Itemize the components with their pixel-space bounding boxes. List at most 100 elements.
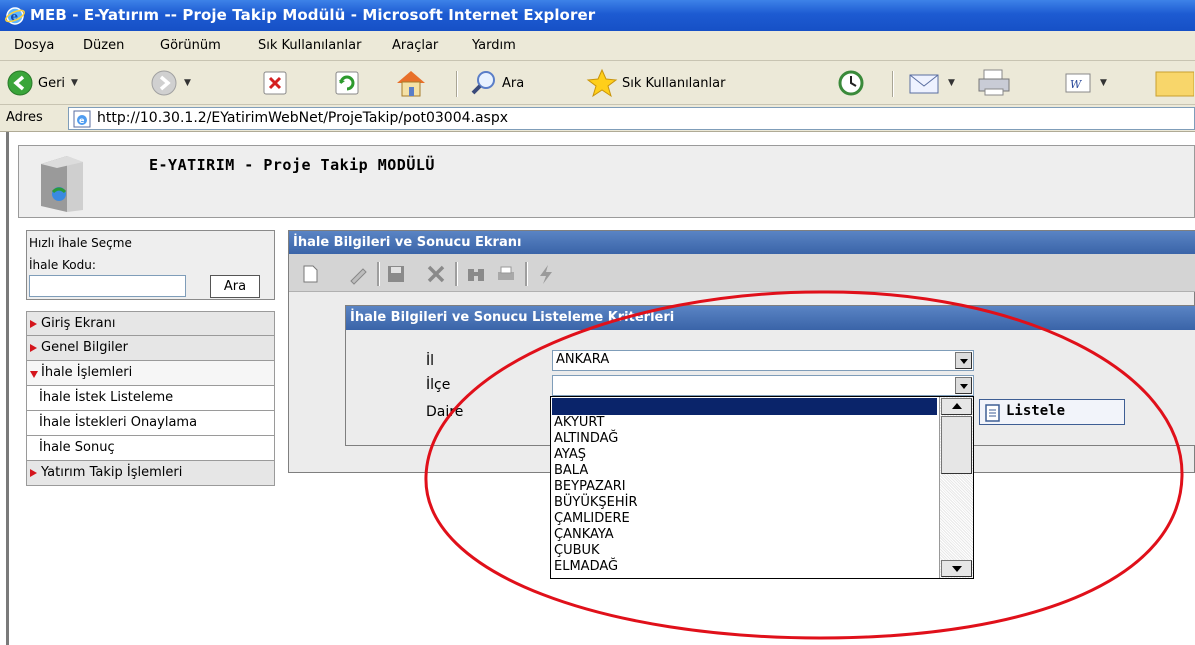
app-logo-icon xyxy=(41,156,83,212)
submenu-item-label: İhale İstek Listeleme xyxy=(39,390,174,405)
mail-icon xyxy=(909,74,939,94)
arrow-right-icon xyxy=(30,320,37,328)
menu-item-yatirim-takip[interactable]: Yatırım Takip İşlemleri xyxy=(26,461,275,486)
history-button[interactable] xyxy=(836,67,866,99)
submenu-item-ihale-sonuc[interactable]: İhale Sonuç xyxy=(26,436,275,461)
menu-yardim[interactable]: Yardım xyxy=(472,38,516,53)
menu-item-genel-bilgiler[interactable]: Genel Bilgiler xyxy=(26,336,275,361)
menu-bar: Dosya Düzen Görünüm Sık Kullanılanlar Ar… xyxy=(0,31,1195,61)
page-icon: e xyxy=(73,110,91,128)
edit-icon[interactable] xyxy=(347,263,369,285)
folder-button[interactable] xyxy=(1154,67,1194,99)
save-icon[interactable] xyxy=(385,263,407,285)
ilce-label: İlçe xyxy=(426,377,451,393)
scroll-up-icon[interactable] xyxy=(941,398,972,415)
lightning-icon[interactable] xyxy=(535,263,557,285)
toolbar-separator xyxy=(892,71,893,97)
chevron-down-icon[interactable] xyxy=(955,377,972,394)
new-document-icon[interactable] xyxy=(299,263,321,285)
menu-favorites[interactable]: Sık Kullanılanlar xyxy=(258,38,361,53)
toolbar-separator xyxy=(455,262,457,286)
menu-gorunum[interactable]: Görünüm xyxy=(160,38,221,53)
dropdown-selected-option[interactable] xyxy=(552,398,937,415)
scrollbar-thumb[interactable] xyxy=(941,416,972,474)
menu-item-label: İhale İşlemleri xyxy=(41,365,133,380)
window-title-bar[interactable]: e MEB - E-Yatırım -- Proje Takip Modülü … xyxy=(0,0,1195,31)
browser-toolbar: Geri ▼ ▼ Ara Sık Kullanılanlar ▼ W ▼ xyxy=(0,61,1195,105)
list-icon xyxy=(985,404,1000,422)
history-icon xyxy=(838,70,864,96)
il-label: İl xyxy=(426,353,435,369)
address-bar: Adres e http://10.30.1.2/EYatirimWebNet/… xyxy=(0,105,1195,132)
back-arrow-icon xyxy=(7,70,33,96)
edit-button[interactable]: W ▼ xyxy=(1064,67,1107,99)
forward-button[interactable]: ▼ xyxy=(150,67,191,99)
dropdown-scrollbar[interactable] xyxy=(939,397,973,578)
forward-arrow-icon xyxy=(151,70,177,96)
dropdown-option[interactable]: BEYPAZARI xyxy=(554,479,626,495)
back-button[interactable]: Geri ▼ xyxy=(6,67,78,99)
favorites-star-icon xyxy=(586,68,618,98)
ilce-dropdown-list[interactable]: AKYURT ALTINDAĞ AYAŞ BALA BEYPAZARI BÜYÜ… xyxy=(550,396,974,579)
internet-explorer-icon: e xyxy=(5,7,25,25)
left-menu: Giriş Ekranı Genel Bilgiler İhale İşleml… xyxy=(26,311,275,486)
quick-tender-select: Hızlı İhale Seçme İhale Kodu: Ara xyxy=(26,230,275,300)
submenu-item-istekleri-onaylama[interactable]: İhale İstekleri Onaylama xyxy=(26,411,275,436)
print-icon[interactable] xyxy=(495,263,517,285)
il-select[interactable]: ANKARA xyxy=(552,350,974,371)
dropdown-option[interactable]: BALA xyxy=(554,463,588,479)
home-icon xyxy=(397,71,425,97)
search-label: Ara xyxy=(502,75,525,91)
refresh-button[interactable] xyxy=(334,67,360,99)
app-header: E-YATIRIM - Proje Takip MODÜLÜ xyxy=(18,145,1195,218)
mail-button[interactable]: ▼ xyxy=(908,67,955,99)
ilce-select[interactable] xyxy=(552,375,974,396)
menu-item-label: Genel Bilgiler xyxy=(41,340,129,355)
dropdown-option[interactable]: ELMADAĞ xyxy=(554,559,618,575)
list-button[interactable]: Listele xyxy=(979,399,1125,425)
main-panel-title: İhale Bilgileri ve Sonucu Ekranı xyxy=(289,231,1195,254)
chevron-down-icon[interactable] xyxy=(955,352,972,369)
menu-item-label: Giriş Ekranı xyxy=(41,316,116,331)
menu-item-label: Yatırım Takip İşlemleri xyxy=(41,465,183,480)
window-title: MEB - E-Yatırım -- Proje Takip Modülü - … xyxy=(30,6,596,24)
print-button[interactable] xyxy=(976,67,1014,99)
quick-search-button[interactable]: Ara xyxy=(210,275,260,298)
list-button-label: Listele xyxy=(1006,403,1066,419)
chevron-down-icon[interactable]: ▼ xyxy=(184,78,191,88)
address-field[interactable]: e http://10.30.1.2/EYatirimWebNet/ProjeT… xyxy=(68,107,1195,130)
dropdown-option[interactable]: ÇAMLIDERE xyxy=(554,511,630,527)
chevron-down-icon[interactable]: ▼ xyxy=(1100,78,1107,88)
arrow-right-icon xyxy=(30,469,37,477)
dropdown-option[interactable]: ÇUBUK xyxy=(554,543,600,559)
home-button[interactable] xyxy=(394,67,428,99)
search-button[interactable]: Ara xyxy=(470,67,524,99)
submenu-item-label: İhale Sonuç xyxy=(39,440,115,455)
delete-icon[interactable] xyxy=(425,263,447,285)
stop-button[interactable] xyxy=(262,67,288,99)
dropdown-option[interactable]: AYAŞ xyxy=(554,447,586,463)
page-border xyxy=(6,132,9,645)
dropdown-option[interactable]: BÜYÜKŞEHİR xyxy=(554,495,638,511)
chevron-down-icon[interactable]: ▼ xyxy=(948,78,955,88)
folder-icon xyxy=(1155,71,1194,97)
menu-duzen[interactable]: Düzen xyxy=(83,38,124,53)
form-toolbar xyxy=(289,254,1195,292)
app-title: E-YATIRIM - Proje Takip MODÜLÜ xyxy=(149,156,435,174)
dropdown-option[interactable]: AKYURT xyxy=(554,415,604,431)
submenu-item-istek-listeleme[interactable]: İhale İstek Listeleme xyxy=(26,386,275,411)
scroll-down-icon[interactable] xyxy=(941,560,972,577)
il-selected-value: ANKARA xyxy=(556,352,610,367)
menu-araclar[interactable]: Araçlar xyxy=(392,38,438,53)
chevron-down-icon[interactable]: ▼ xyxy=(71,78,78,88)
favorites-button[interactable]: Sık Kullanılanlar xyxy=(586,67,725,99)
refresh-icon xyxy=(335,71,359,95)
tender-code-input[interactable] xyxy=(29,275,186,297)
menu-item-ihale-islemleri[interactable]: İhale İşlemleri xyxy=(26,361,275,386)
dropdown-option[interactable]: ÇANKAYA xyxy=(554,527,614,543)
menu-item-giris[interactable]: Giriş Ekranı xyxy=(26,311,275,336)
find-icon[interactable] xyxy=(465,263,487,285)
tender-code-label: İhale Kodu: xyxy=(29,258,96,272)
dropdown-option[interactable]: ALTINDAĞ xyxy=(554,431,618,447)
menu-dosya[interactable]: Dosya xyxy=(14,38,54,53)
